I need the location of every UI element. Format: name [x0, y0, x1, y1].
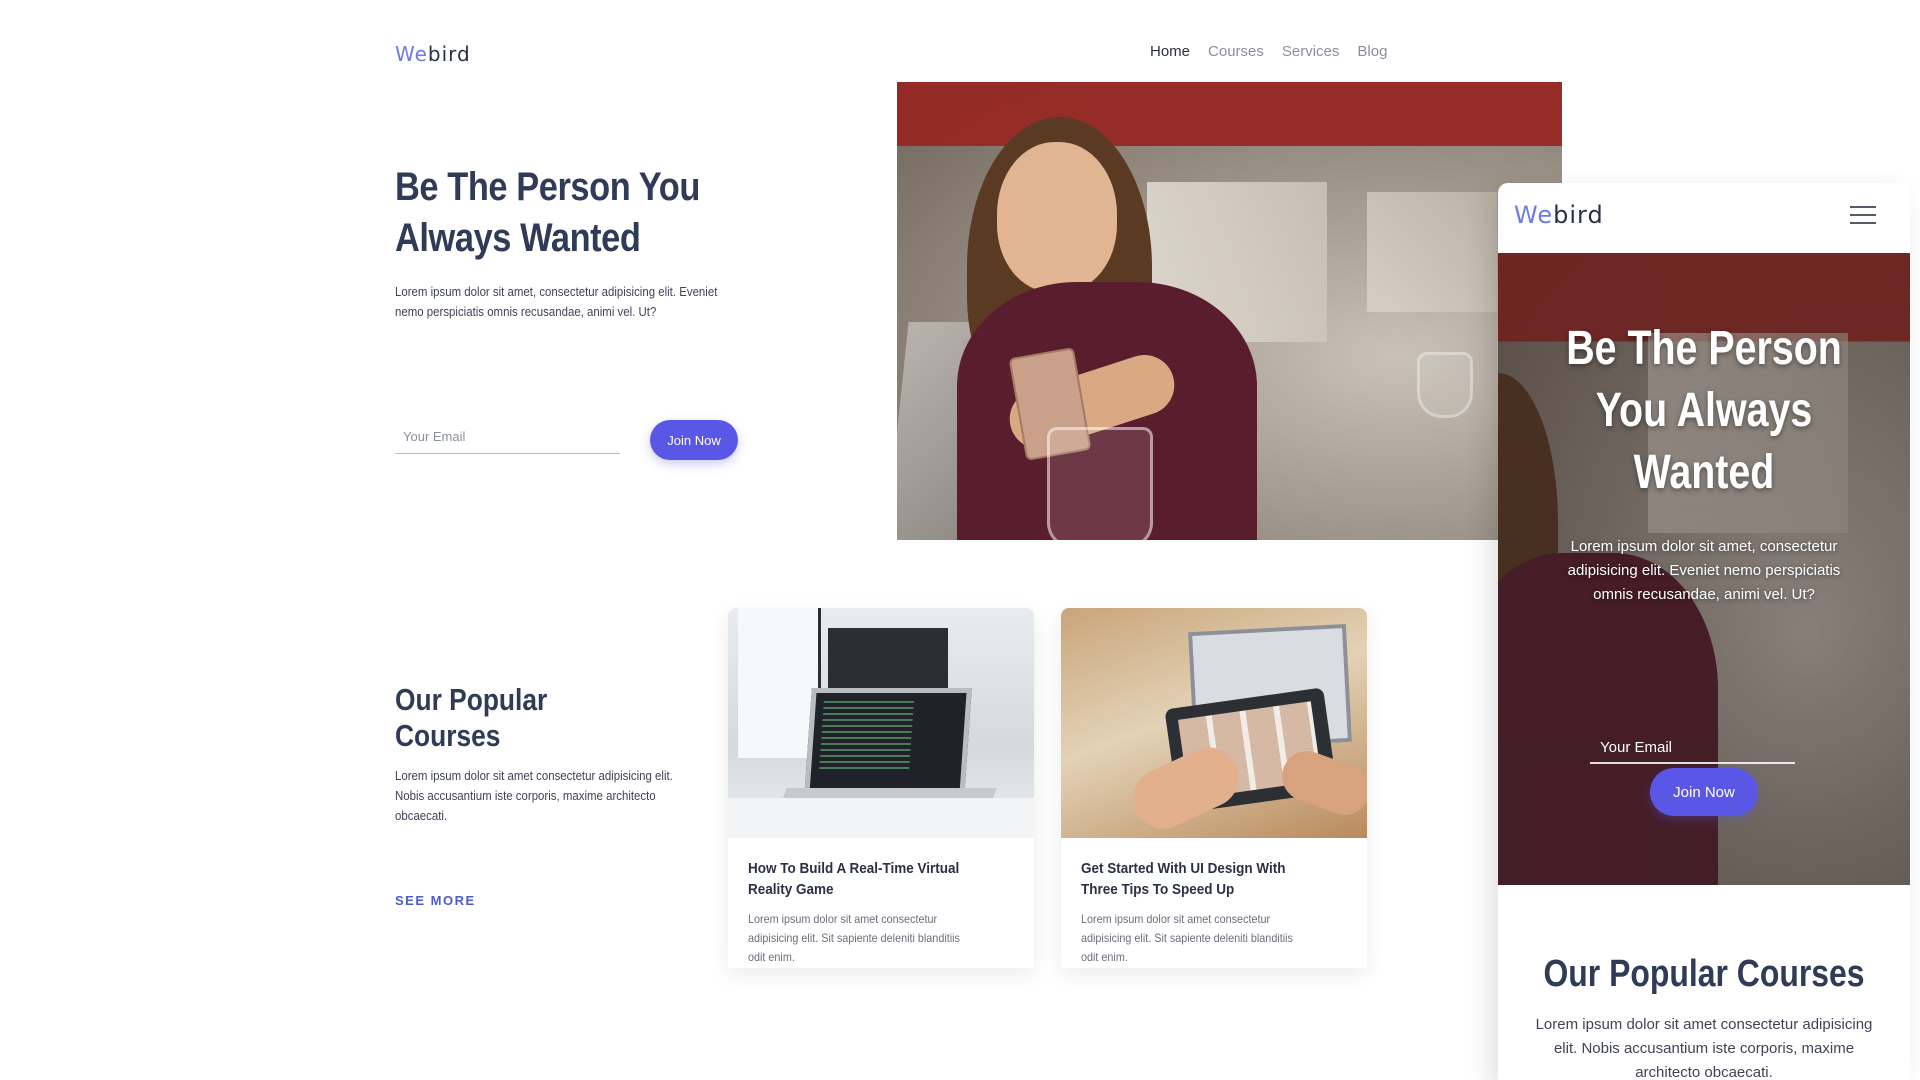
course-card-text-line3: odit enim. [748, 950, 795, 964]
mobile-title-line3: Wanted [1633, 446, 1775, 499]
mobile-hero-title: Be The Person You Always Wanted [1535, 318, 1873, 504]
course-card[interactable]: How To Build A Real-Time Virtual Reality… [728, 608, 1034, 968]
course-card-title-line1: How To Build A Real-Time Virtual [748, 860, 960, 877]
face-shape [997, 142, 1117, 292]
email-field[interactable] [395, 420, 620, 454]
mobile-courses-text: Lorem ipsum dolor sit amet consectetur a… [1498, 1013, 1910, 1080]
courses-text: Lorem ipsum dolor sit amet consectetur a… [395, 766, 673, 826]
mobile-text-line3: omnis recusandae, animi vel. Ut? [1593, 586, 1815, 603]
glass-shape-2 [1417, 352, 1473, 418]
mobile-logo[interactable]: Webird [1514, 201, 1604, 229]
course-card-text-line3: odit enim. [1081, 950, 1128, 964]
glass-shape [1047, 427, 1153, 540]
course-card-text: Lorem ipsum dolor sit amet consectetur a… [1081, 910, 1293, 967]
laptop-screen-shape [804, 688, 972, 798]
course-card-image [728, 608, 1034, 838]
see-more-link[interactable]: SEE MORE [395, 893, 476, 908]
mobile-title-line2: You Always [1595, 384, 1813, 437]
course-card-text-line1: Lorem ipsum dolor sit amet consectetur [748, 912, 938, 926]
mobile-join-now-button[interactable]: Join Now [1650, 768, 1758, 816]
code-lines [819, 701, 914, 771]
hero-photo [897, 82, 1562, 540]
course-card-title-line2: Three Tips To Speed Up [1081, 881, 1235, 898]
mobile-courses-text-line3: architecto obcaecati. [1635, 1064, 1773, 1080]
mobile-courses-text-line2: elit. Nobis accusantium iste corporis, m… [1553, 1040, 1855, 1057]
courses-title: Our Popular Courses [395, 682, 547, 754]
course-card-image [1061, 608, 1367, 838]
desk-shape [728, 798, 1034, 838]
mobile-text-line2: adipisicing elit. Eveniet nemo perspicia… [1567, 562, 1841, 579]
mobile-mockup: Webird Be The Person You Always Wanted L… [1498, 183, 1910, 1080]
hero-title: Be The Person You Always Wanted [395, 162, 700, 264]
desktop-nav: Home Courses Services Blog [1150, 43, 1387, 60]
mobile-email-field[interactable]: Your Email [1590, 739, 1795, 764]
mobile-courses-title: Our Popular Courses [1543, 953, 1865, 995]
hero-text: Lorem ipsum dolor sit amet, consectetur … [395, 282, 717, 322]
hamburger-menu-icon[interactable] [1850, 200, 1876, 230]
course-card-title[interactable]: How To Build A Real-Time Virtual Reality… [748, 858, 959, 900]
course-card-text: Lorem ipsum dolor sit amet consectetur a… [748, 910, 960, 967]
nav-item-courses[interactable]: Courses [1208, 43, 1264, 60]
nav-item-home[interactable]: Home [1150, 43, 1190, 60]
courses-title-line2: Courses [395, 718, 501, 753]
mobile-hero-text: Lorem ipsum dolor sit amet, consectetur … [1498, 535, 1910, 607]
courses-text-line3: obcaecati. [395, 808, 448, 823]
logo-accent: We [1514, 201, 1554, 229]
mobile-title-line1: Be The Person [1566, 322, 1842, 375]
course-card-text-line2: adipisicing elit. Sit sapiente deleniti … [1081, 931, 1293, 945]
course-card-title-line1: Get Started With UI Design With [1081, 860, 1286, 877]
courses-text-line1: Lorem ipsum dolor sit amet consectetur a… [395, 768, 673, 783]
hero-text-line2: nemo perspiciatis omnis recusandae, anim… [395, 304, 657, 319]
hero-title-line2: Always Wanted [395, 216, 641, 260]
nav-item-services[interactable]: Services [1282, 43, 1340, 60]
window-light-2 [1367, 192, 1497, 312]
course-card[interactable]: Get Started With UI Design With Three Ti… [1061, 608, 1367, 968]
courses-title-line1: Our Popular [395, 682, 548, 717]
course-card-title-line2: Reality Game [748, 881, 834, 898]
hero-title-line1: Be The Person You [395, 165, 700, 209]
hero-text-line1: Lorem ipsum dolor sit amet, consectetur … [395, 284, 718, 299]
courses-text-line2: Nobis accusantium iste corporis, maxime … [395, 788, 656, 803]
logo-rest: bird [1553, 201, 1604, 229]
mobile-hero: Be The Person You Always Wanted Lorem ip… [1498, 253, 1910, 885]
course-card-title[interactable]: Get Started With UI Design With Three Ti… [1081, 858, 1286, 900]
desktop-logo[interactable]: Webird [395, 42, 471, 66]
logo-accent: We [395, 42, 428, 66]
course-card-text-line1: Lorem ipsum dolor sit amet consectetur [1081, 912, 1271, 926]
mobile-text-line1: Lorem ipsum dolor sit amet, consectetur [1570, 538, 1838, 555]
nav-item-blog[interactable]: Blog [1357, 43, 1387, 60]
logo-rest: bird [427, 42, 471, 66]
course-card-text-line2: adipisicing elit. Sit sapiente deleniti … [748, 931, 960, 945]
mobile-courses-text-line1: Lorem ipsum dolor sit amet consectetur a… [1535, 1016, 1873, 1033]
join-now-button[interactable]: Join Now [650, 420, 738, 460]
